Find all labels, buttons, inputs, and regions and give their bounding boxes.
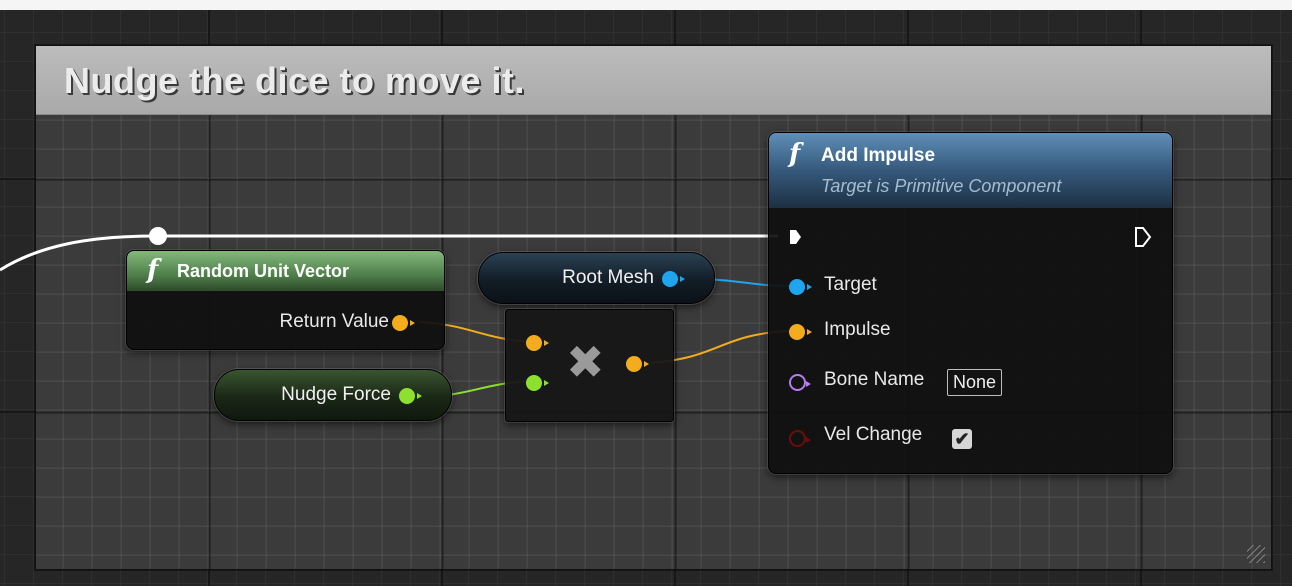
multiply-input-a-pin[interactable] [526, 335, 549, 351]
multiply-input-b-pin[interactable] [526, 375, 549, 391]
target-label: Target [824, 274, 877, 295]
nudge-force-pin[interactable] [399, 388, 422, 404]
vel-change-label: Vel Change [824, 424, 923, 445]
nudge-force-label: Nudge Force [281, 384, 391, 405]
add-impulse-header[interactable]: f Add Impulse Target is Primitive Compon… [769, 133, 1172, 208]
root-mesh-node[interactable]: Root Mesh [478, 252, 715, 304]
root-mesh-label: Root Mesh [562, 267, 654, 288]
comment-title[interactable]: Nudge the dice to move it. [64, 60, 525, 102]
vel-change-checkbox[interactable]: ✔ [952, 429, 972, 449]
nudge-force-node[interactable]: Nudge Force [214, 369, 452, 421]
multiply-node[interactable]: ✖ [505, 309, 674, 422]
bone-name-pin[interactable] [789, 374, 811, 391]
comment-resize-grip[interactable] [1247, 545, 1265, 563]
function-icon: f [789, 139, 801, 169]
random-unit-vector-node[interactable]: f Random Unit Vector Return Value [126, 250, 445, 350]
bone-name-label: Bone Name [824, 369, 925, 390]
multiply-output-pin[interactable] [626, 356, 649, 372]
target-pin[interactable] [789, 279, 812, 295]
impulse-pin[interactable] [789, 324, 812, 340]
function-icon: f [147, 255, 159, 285]
impulse-label: Impulse [824, 319, 891, 340]
add-impulse-node[interactable]: f Add Impulse Target is Primitive Compon… [768, 132, 1173, 474]
return-value-pin[interactable] [392, 315, 415, 331]
comment-title-bar[interactable]: Nudge the dice to move it. [36, 46, 1271, 115]
random-unit-vector-header[interactable]: f Random Unit Vector [127, 251, 444, 291]
exec-in-pin[interactable] [790, 230, 801, 244]
add-impulse-title: Add Impulse [821, 145, 936, 166]
add-impulse-subtitle: Target is Primitive Component [821, 176, 1062, 196]
bone-name-input[interactable]: None [947, 369, 1003, 396]
vel-change-pin[interactable] [789, 430, 811, 447]
root-mesh-pin[interactable] [662, 271, 685, 287]
random-unit-vector-title: Random Unit Vector [177, 261, 350, 281]
return-value-label: Return Value [279, 311, 390, 332]
multiply-operator-icon: ✖ [566, 335, 605, 389]
top-edge [0, 0, 1292, 10]
exec-out-pin[interactable] [1134, 226, 1152, 248]
